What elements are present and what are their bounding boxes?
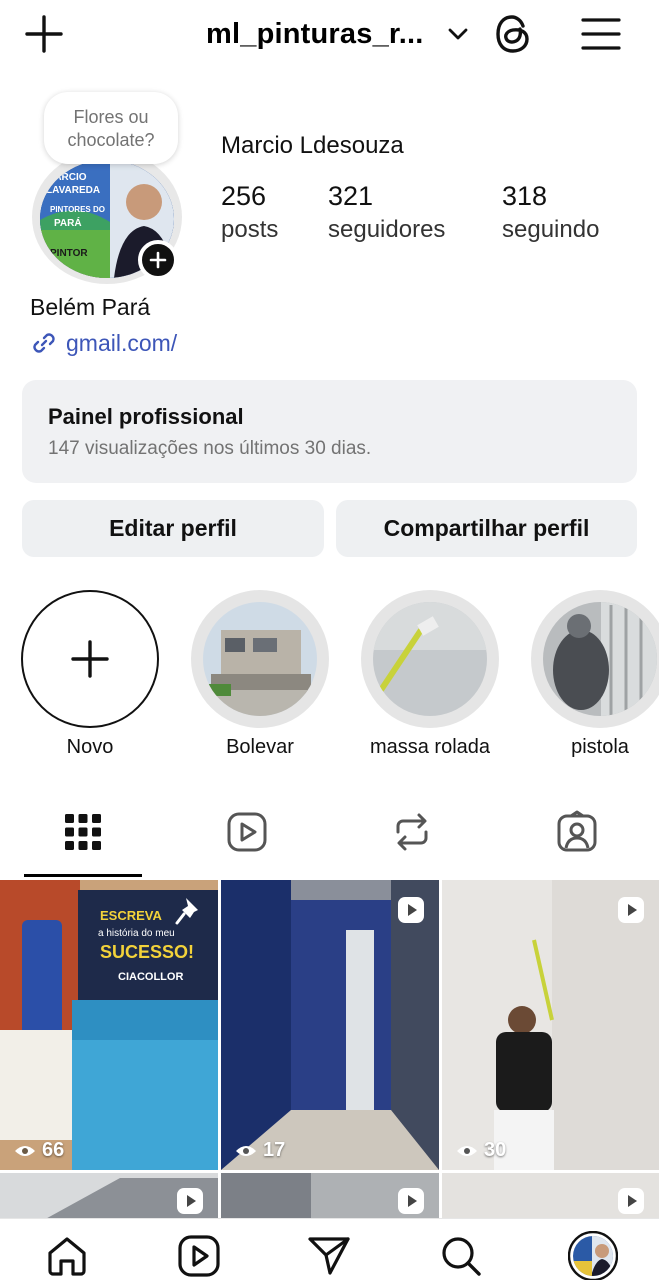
avatar-text-5: PINTOR — [50, 248, 88, 259]
view-count: 66 — [14, 1139, 64, 1162]
profile-tabs — [0, 800, 659, 878]
posts-stat[interactable]: 256 posts — [221, 180, 278, 248]
post-text-3: SUCESSO! — [100, 942, 194, 962]
post-tile[interactable]: 17 — [221, 880, 439, 1170]
highlight-cover — [191, 590, 329, 728]
edit-profile-button[interactable]: Editar perfil — [22, 500, 324, 557]
followers-label: seguidores — [328, 216, 446, 243]
plus-icon — [71, 640, 109, 678]
post-text-2: a história do meu — [98, 928, 175, 939]
avatar-text-2: LAVAREDA — [46, 185, 100, 196]
new-highlight-circle — [21, 590, 159, 728]
plus-icon[interactable] — [24, 14, 64, 54]
full-name: Marcio Ldesouza — [221, 132, 404, 159]
post-tile[interactable] — [221, 1173, 439, 1220]
eye-icon — [236, 1145, 256, 1156]
bio-link-text: gmail.com/ — [66, 329, 178, 356]
highlight-label: Novo — [66, 736, 114, 758]
highlight-new[interactable]: Novo — [20, 590, 160, 759]
post-tile[interactable]: 30 — [442, 880, 659, 1170]
reels-icon[interactable] — [176, 1233, 222, 1279]
panel-title: Painel profissional — [48, 404, 244, 429]
bottom-navigation — [0, 1218, 659, 1280]
following-stat[interactable]: 318 seguindo — [502, 180, 599, 248]
eye-icon — [457, 1145, 477, 1156]
professional-dashboard[interactable]: Painel profissional 147 visualizações no… — [22, 380, 637, 483]
post-tile[interactable] — [442, 1173, 659, 1220]
pin-icon — [172, 894, 206, 928]
highlight-bolevar[interactable]: Bolevar — [190, 590, 330, 759]
avatar-text-4: PARÁ — [54, 216, 82, 229]
panel-subtitle: 147 visualizações nos últimos 30 dias. — [48, 438, 372, 459]
avatar-text-3: PINTORES DO — [50, 205, 105, 214]
threads-icon[interactable] — [492, 12, 534, 56]
view-count: 30 — [456, 1139, 506, 1162]
chevron-down-icon[interactable] — [444, 20, 472, 48]
post-text-1: ESCREVA — [100, 908, 162, 923]
bio-link[interactable]: gmail.com/ — [30, 328, 177, 358]
post-text-4: CIACOLLOR — [118, 971, 183, 983]
reposts-icon[interactable] — [390, 810, 434, 854]
note-bubble[interactable]: Flores ou chocolate? — [44, 92, 178, 164]
add-story-icon[interactable] — [138, 240, 178, 280]
following-label: seguindo — [502, 216, 600, 243]
profile-avatar[interactable] — [568, 1231, 618, 1280]
grid-icon[interactable] — [61, 810, 105, 854]
menu-icon[interactable] — [580, 14, 622, 54]
post-tile[interactable] — [0, 1173, 218, 1220]
view-count-text: 17 — [263, 1139, 286, 1161]
link-icon — [30, 329, 66, 357]
posts-label: posts — [221, 216, 279, 243]
share-profile-button[interactable]: Compartilhar perfil — [336, 500, 637, 557]
highlight-cover — [361, 590, 499, 728]
reel-icon — [397, 896, 425, 924]
home-icon[interactable] — [44, 1233, 90, 1279]
highlight-massa-rolada[interactable]: massa rolada — [360, 590, 500, 759]
view-count-text: 66 — [42, 1139, 65, 1161]
posts-count: 256 — [221, 181, 267, 211]
reel-icon — [617, 896, 645, 924]
highlight-label: Bolevar — [226, 736, 294, 758]
followers-count: 321 — [328, 181, 374, 211]
highlight-pistola[interactable]: pistola — [530, 590, 659, 759]
reels-tab-icon[interactable] — [225, 810, 269, 854]
active-tab-indicator — [24, 874, 142, 877]
view-count: 17 — [235, 1139, 285, 1162]
search-icon[interactable] — [438, 1233, 484, 1279]
view-count-text: 30 — [484, 1139, 507, 1161]
highlight-cover — [531, 590, 659, 728]
post-tile[interactable]: ESCREVA a história do meu SUCESSO! CIACO… — [0, 880, 218, 1170]
highlight-label: massa rolada — [369, 736, 491, 758]
eye-icon — [15, 1145, 35, 1156]
reel-icon — [176, 1187, 204, 1215]
send-icon[interactable] — [306, 1233, 352, 1279]
posts-grid: ESCREVA a história do meu SUCESSO! CIACO… — [0, 880, 659, 1220]
tagged-icon[interactable] — [555, 810, 599, 854]
username-switcher[interactable]: ml_pinturas_r... — [206, 14, 424, 54]
highlight-label: pistola — [571, 736, 629, 758]
bio-location: Belém Pará — [30, 294, 151, 320]
following-count: 318 — [502, 181, 548, 211]
followers-stat[interactable]: 321 seguidores — [328, 180, 445, 248]
reel-icon — [397, 1187, 425, 1215]
reel-icon — [617, 1187, 645, 1215]
top-bar: ml_pinturas_r... — [0, 0, 659, 70]
